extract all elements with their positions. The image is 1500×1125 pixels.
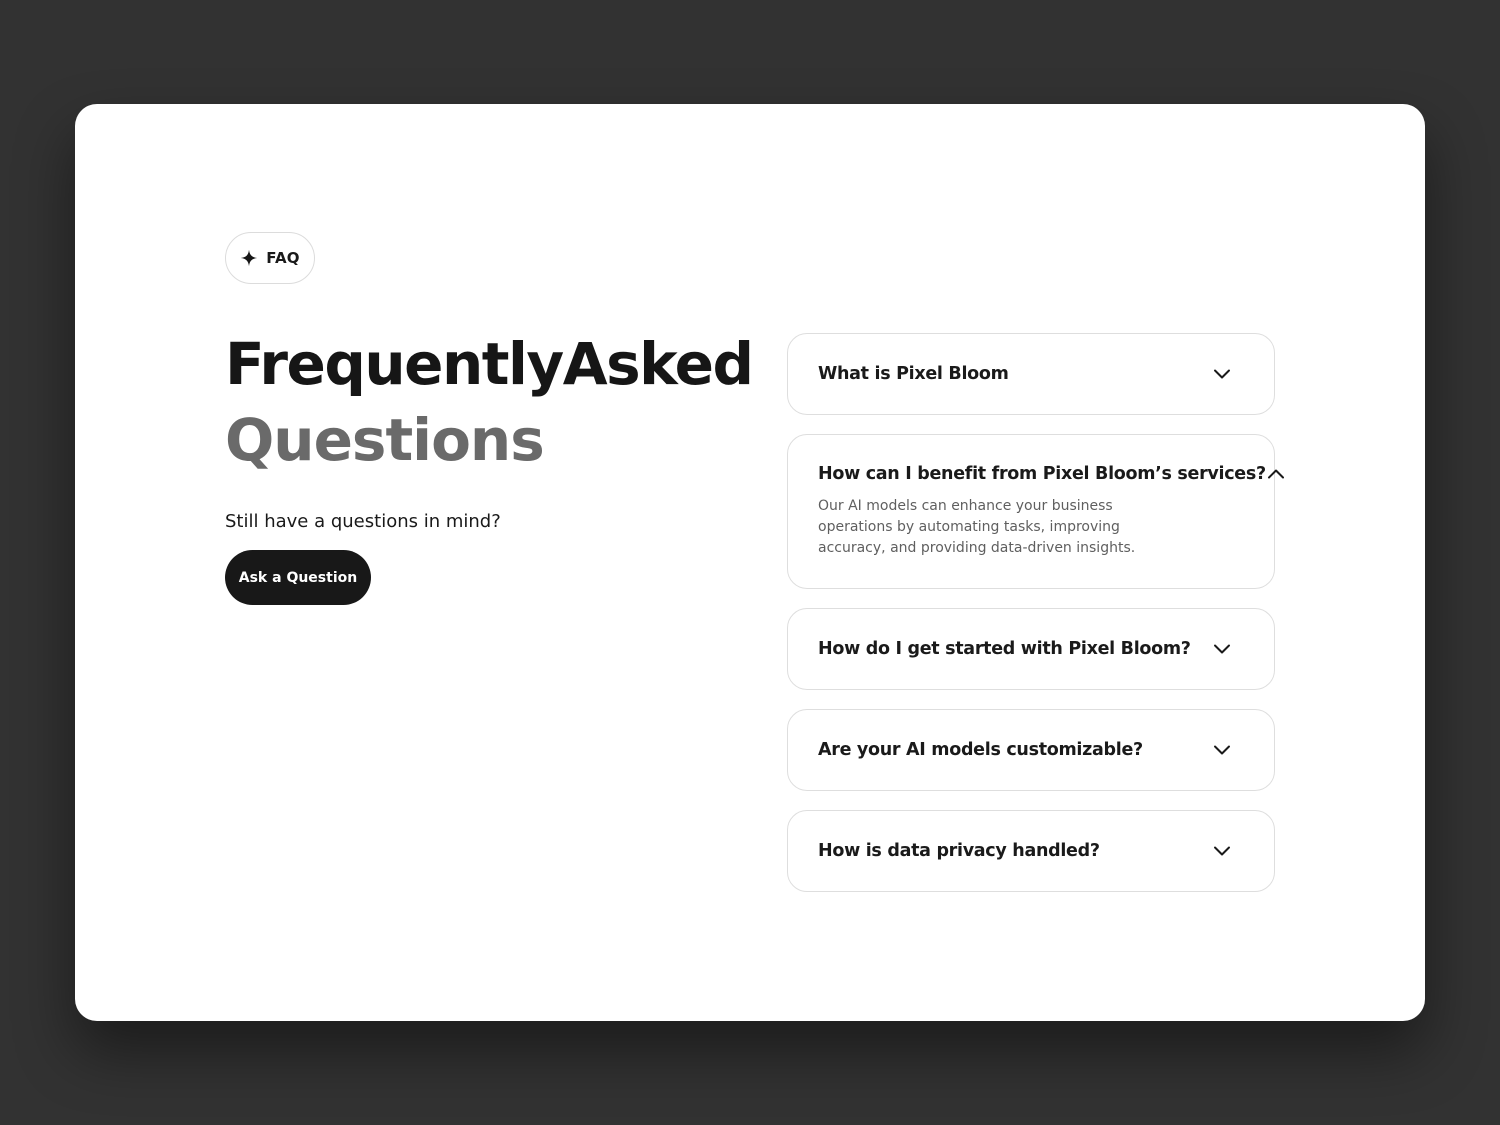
badge-label: FAQ [266, 249, 300, 267]
chevron-down-icon[interactable] [1212, 639, 1232, 659]
faq-question: How do I get started with Pixel Bloom? [818, 639, 1191, 659]
faq-header[interactable]: How can I benefit from Pixel Bloom’s ser… [818, 435, 1284, 484]
faq-question: How can I benefit from Pixel Bloom’s ser… [818, 464, 1266, 484]
faq-item-customizable[interactable]: Are your AI models customizable? [787, 709, 1275, 791]
chevron-down-icon[interactable] [1212, 364, 1232, 384]
faq-question: Are your AI models customizable? [818, 740, 1143, 760]
chevron-down-icon[interactable] [1212, 740, 1232, 760]
title-line-1: FrequentlyAsked [225, 330, 754, 398]
faq-list: What is Pixel Bloom How can I benefit fr… [787, 333, 1284, 892]
faq-item-what-is-pixel-bloom[interactable]: What is Pixel Bloom [787, 333, 1275, 415]
faq-answer: Our AI models can enhance your business … [818, 498, 1136, 556]
page-title: FrequentlyAsked Questions [225, 326, 754, 478]
faq-item-get-started[interactable]: How do I get started with Pixel Bloom? [787, 608, 1275, 690]
sparkle-icon [241, 249, 258, 267]
faq-item-benefits[interactable]: How can I benefit from Pixel Bloom’s ser… [787, 434, 1284, 589]
subtext: Still have a questions in mind? [225, 511, 501, 532]
faq-badge: FAQ [225, 232, 315, 284]
faq-header[interactable]: Are your AI models customizable? [818, 710, 1244, 790]
title-line-2: Questions [225, 406, 545, 474]
chevron-up-icon[interactable] [1266, 464, 1286, 484]
ask-question-button[interactable]: Ask a Question [225, 550, 371, 605]
faq-header[interactable]: How do I get started with Pixel Bloom? [818, 609, 1244, 689]
faq-header[interactable]: How is data privacy handled? [818, 811, 1244, 891]
faq-question: How is data privacy handled? [818, 841, 1100, 861]
faq-card: FAQ FrequentlyAsked Questions Still have… [75, 104, 1425, 1021]
faq-header[interactable]: What is Pixel Bloom [818, 334, 1244, 414]
faq-question: What is Pixel Bloom [818, 364, 1009, 384]
faq-item-data-privacy[interactable]: How is data privacy handled? [787, 810, 1275, 892]
chevron-down-icon[interactable] [1212, 841, 1232, 861]
